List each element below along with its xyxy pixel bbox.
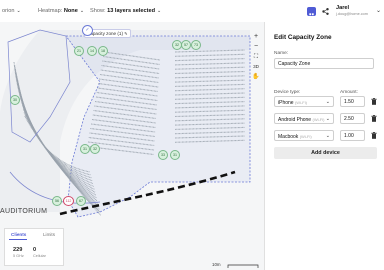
ap-badge[interactable]: 33 xyxy=(158,150,168,160)
device-type-select[interactable]: Android Phone (Wi-Fi) ⌄ xyxy=(274,113,334,124)
device-type-select[interactable]: Macbook (Wi-Fi) ⌄ xyxy=(274,130,334,141)
hand-icon[interactable]: ✋ xyxy=(251,72,261,82)
amount-input[interactable]: 1.50 xyxy=(340,96,365,107)
zoom-in-button[interactable]: + xyxy=(251,32,261,42)
scale-label: 10m xyxy=(212,262,221,267)
ap-badge[interactable]: 31 xyxy=(170,150,180,160)
panel-title: Edit Capacity Zone xyxy=(274,34,332,41)
zone-marker-icon[interactable]: ✓ xyxy=(82,25,93,36)
trash-icon[interactable] xyxy=(371,115,377,122)
chevron-down-icon: ⌄ xyxy=(16,8,21,14)
stat-label: Cellular xyxy=(33,254,46,258)
amount-label: Amount: xyxy=(340,90,358,95)
stats-card: Clients Limits 229 5 GHz 0 Cellular xyxy=(4,228,64,266)
active-tab-underline xyxy=(9,239,27,240)
tab-limits[interactable]: Limits xyxy=(43,232,55,237)
fit-screen-icon[interactable]: ⛶ xyxy=(251,52,261,62)
amount-input[interactable]: 2.50 xyxy=(340,113,365,124)
ap-badge[interactable]: 73 xyxy=(191,40,201,50)
ap-badge[interactable]: 112 xyxy=(63,196,74,206)
ap-badge[interactable]: 21 xyxy=(74,46,84,56)
view-3d-button[interactable]: 3D xyxy=(251,62,261,72)
chevron-down-icon[interactable]: ⌄ xyxy=(376,7,381,14)
name-label: Name: xyxy=(274,51,289,56)
chevron-down-icon: ⌄ xyxy=(157,8,162,14)
device-type-select[interactable]: iPhone (Wi-Fi) ⌄ xyxy=(274,96,334,107)
ap-badge[interactable]: 56 xyxy=(52,196,62,206)
name-field[interactable]: Capacity Zone xyxy=(274,58,374,69)
ap-badge[interactable]: 14 xyxy=(87,46,97,56)
ap-badge[interactable]: 57 xyxy=(181,40,191,50)
layers-select[interactable]: Show: 13 layers selected ⌄ xyxy=(90,8,161,14)
ap-badge[interactable]: 67 xyxy=(76,196,86,206)
zoom-out-button[interactable]: − xyxy=(251,42,261,52)
amount-input[interactable]: 1.00 xyxy=(340,130,365,141)
breadcrumb[interactable]: orion ⌄ xyxy=(2,8,21,14)
auditorium-label: AUDITORIUM xyxy=(0,208,48,215)
grid-icon xyxy=(309,13,314,18)
ap-badge[interactable]: 32 xyxy=(90,144,100,154)
edit-zone-panel: Edit Capacity Zone Name: Capacity Zone D… xyxy=(264,22,384,270)
heatmap-select[interactable]: Heatmap: None ⌄ xyxy=(38,8,84,14)
stat-value: 0 xyxy=(33,247,37,253)
user-email: j.doug@home.com xyxy=(336,12,368,16)
add-device-button[interactable]: Add device xyxy=(274,147,377,159)
trash-icon[interactable] xyxy=(371,98,377,105)
tab-clients[interactable]: Clients xyxy=(11,232,26,237)
chevron-down-icon: ⌄ xyxy=(325,133,330,139)
stat-label: 5 GHz xyxy=(13,254,24,258)
ap-badge[interactable]: 31 xyxy=(80,144,90,154)
ap-badge[interactable]: 30 xyxy=(10,95,20,105)
top-bar: orion ⌄ Heatmap: None ⌄ Show: 13 layers se… xyxy=(0,0,384,23)
chevron-down-icon: ⌄ xyxy=(79,8,85,14)
chevron-down-icon: ⌄ xyxy=(325,99,330,105)
grid-view-button[interactable] xyxy=(307,7,316,18)
ap-badge[interactable]: 18 xyxy=(98,46,108,56)
stat-value: 229 xyxy=(13,247,23,253)
user-name[interactable]: Jarel xyxy=(336,5,349,11)
chevron-down-icon: ⌄ xyxy=(325,116,330,122)
device-type-label: Device type: xyxy=(274,90,301,95)
edit-icon: ✎ xyxy=(124,31,128,36)
trash-icon[interactable] xyxy=(371,132,377,139)
share-icon[interactable] xyxy=(321,7,330,16)
